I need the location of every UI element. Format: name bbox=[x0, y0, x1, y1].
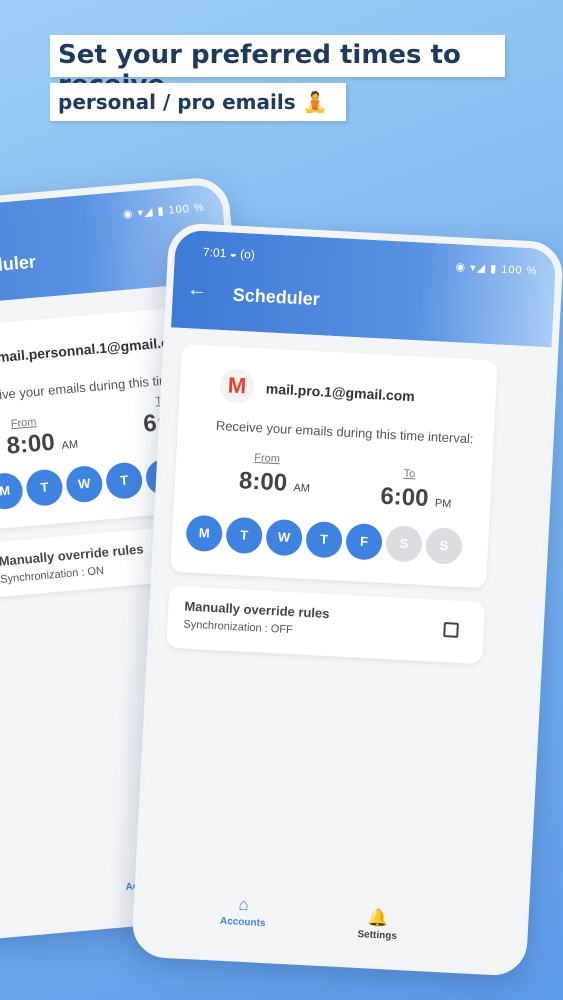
page-title: Scheduler bbox=[232, 284, 321, 310]
day-toggle[interactable]: T bbox=[24, 468, 64, 508]
day-toggle[interactable]: W bbox=[64, 464, 104, 504]
status-time: 7:01 ◒ (o) bbox=[202, 244, 256, 262]
from-label: From bbox=[253, 451, 281, 466]
day-toggle-tuesday[interactable]: T bbox=[225, 516, 264, 555]
day-toggle[interactable]: T bbox=[104, 461, 144, 501]
override-title: Manually override rules bbox=[184, 598, 330, 622]
day-toggle-sunday[interactable]: S bbox=[425, 527, 463, 565]
front-content: M mail.pro.1@gmail.com Receive your emai… bbox=[138, 327, 552, 970]
sync-status: Synchronization : ON bbox=[0, 564, 105, 586]
gmail-logo-icon: M bbox=[219, 368, 255, 404]
day-toggle-thursday[interactable]: T bbox=[305, 520, 344, 559]
sync-status: Synchronization : OFF bbox=[183, 618, 294, 637]
override-card[interactable]: Manually override rules Synchronization … bbox=[166, 585, 486, 665]
from-time[interactable]: 8:00 AM bbox=[6, 427, 79, 461]
day-toggle-wednesday[interactable]: W bbox=[265, 518, 304, 557]
bell-icon: 🔔 bbox=[367, 907, 390, 928]
weekday-selector: M T W T F S S bbox=[185, 514, 463, 565]
day-toggle-monday[interactable]: M bbox=[185, 514, 224, 553]
to-time[interactable]: 6:00 PM bbox=[380, 483, 453, 515]
status-icons: ◉ ▾◢ ▮ 100 % bbox=[455, 261, 538, 278]
nav-settings[interactable]: 🔔 Settings bbox=[357, 907, 398, 942]
account-card[interactable]: M mail.pro.1@gmail.com Receive your emai… bbox=[170, 343, 498, 589]
override-checkbox[interactable] bbox=[443, 622, 459, 638]
nav-accounts[interactable]: ⌂ Accounts bbox=[220, 894, 267, 929]
front-phone-mockup: 7:01 ◒ (o) ◉ ▾◢ ▮ 100 % ← Scheduler M ma… bbox=[131, 222, 563, 977]
status-icons: ◉ ▾◢ ▮ 100 % bbox=[122, 201, 206, 221]
from-label: From bbox=[10, 416, 37, 431]
to-label: To bbox=[403, 467, 416, 481]
override-title: Manually override rules bbox=[0, 541, 145, 569]
back-page-title: heduler bbox=[0, 251, 37, 278]
day-toggle[interactable]: M bbox=[0, 471, 25, 511]
from-time[interactable]: 8:00 AM bbox=[238, 467, 311, 499]
account-email: mail.pro.1@gmail.com bbox=[265, 380, 416, 405]
headline-line-2: personal / pro emails 🧘 bbox=[50, 83, 346, 121]
day-toggle-friday[interactable]: F bbox=[345, 522, 383, 561]
day-toggle-saturday[interactable]: S bbox=[385, 524, 423, 563]
headline-line-1: Set your preferred times to receive bbox=[50, 35, 505, 100]
home-icon: ⌂ bbox=[238, 894, 250, 915]
back-arrow-icon[interactable]: ← bbox=[186, 278, 207, 302]
interval-description: Receive your emails during this time int… bbox=[215, 417, 474, 447]
